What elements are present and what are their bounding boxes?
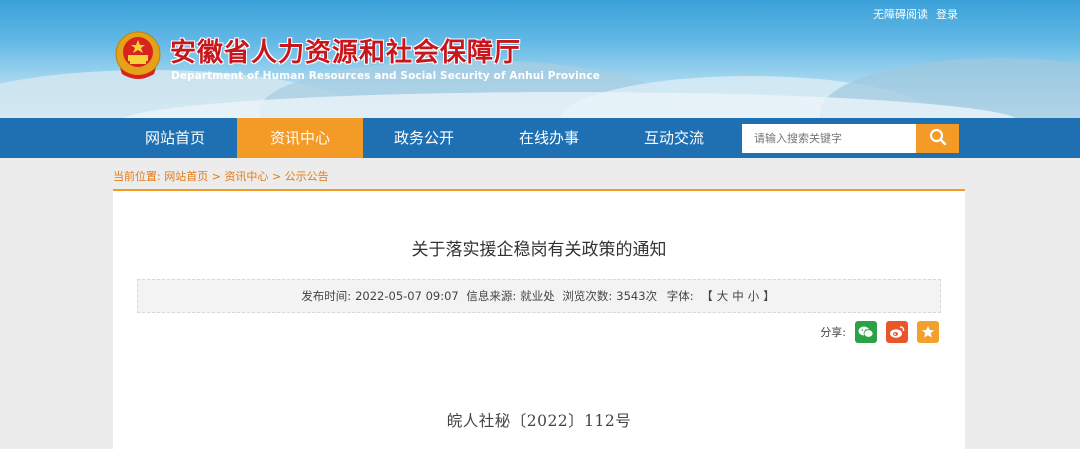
wechat-icon[interactable] <box>855 321 877 343</box>
main-nav: 网站首页 资讯中心 政务公开 在线办事 互动交流 <box>0 118 1080 158</box>
site-title-english: Department of Human Resources and Social… <box>171 70 600 82</box>
share-label: 分享: <box>820 326 846 339</box>
breadcrumb-separator: > <box>211 170 221 183</box>
font-size-large-button[interactable]: 大 <box>717 289 729 303</box>
font-size-medium-button[interactable]: 中 <box>732 289 744 303</box>
share-bar: 分享: <box>820 321 939 343</box>
nav-item-online-services[interactable]: 在线办事 <box>486 118 612 158</box>
login-link[interactable]: 登录 <box>936 6 958 22</box>
accessibility-link[interactable]: 无障碍阅读 <box>873 6 928 22</box>
article-title: 关于落实援企稳岗有关政策的通知 <box>411 240 667 260</box>
font-size-control: 字体: 【大中小】 <box>665 289 777 303</box>
article-panel: 关于落实援企稳岗有关政策的通知 发布时间: 2022-05-07 09:07 信息… <box>113 189 965 449</box>
breadcrumb-prefix: 当前位置: <box>113 170 161 183</box>
views-count: 3543次 <box>616 289 658 303</box>
bracket-open: 【 <box>701 289 713 303</box>
font-size-label: 字体: <box>666 289 694 303</box>
breadcrumb-announcements[interactable]: 公示公告 <box>285 170 329 183</box>
weibo-icon[interactable] <box>886 321 908 343</box>
breadcrumb: 当前位置: 网站首页 > 资讯中心 > 公示公告 <box>113 168 329 184</box>
nav-item-government-affairs[interactable]: 政务公开 <box>361 118 487 158</box>
favorite-star-icon[interactable] <box>917 321 939 343</box>
document-number: 皖人社秘〔2022〕112号 <box>446 412 632 430</box>
header-banner: 无障碍阅读 登录 安徽省人力资源和社会保障厅 Department of Hum… <box>0 0 1080 118</box>
search-button[interactable] <box>916 124 959 153</box>
publish-time-label: 发布时间: <box>301 289 352 303</box>
font-size-small-button[interactable]: 小 <box>748 289 760 303</box>
nav-item-news-center[interactable]: 资讯中心 <box>237 118 363 158</box>
views-label: 浏览次数: <box>562 289 613 303</box>
national-emblem-logo <box>114 30 162 82</box>
nav-item-interaction[interactable]: 互动交流 <box>611 118 737 158</box>
search-icon <box>929 128 947 150</box>
publish-time: 2022-05-07 09:07 <box>355 289 459 303</box>
breadcrumb-news-center[interactable]: 资讯中心 <box>224 170 268 183</box>
source-label: 信息来源: <box>466 289 517 303</box>
search-input[interactable] <box>742 124 916 153</box>
breadcrumb-home[interactable]: 网站首页 <box>164 170 208 183</box>
article-meta-bar: 发布时间: 2022-05-07 09:07 信息来源: 就业处 浏览次数: 3543… <box>137 279 941 313</box>
breadcrumb-separator: > <box>271 170 282 183</box>
source-value: 就业处 <box>520 289 555 303</box>
bracket-close: 】 <box>763 289 775 303</box>
top-links: 无障碍阅读 登录 <box>873 6 958 22</box>
site-title: 安徽省人力资源和社会保障厅 <box>170 38 522 68</box>
nav-item-home[interactable]: 网站首页 <box>112 118 238 158</box>
